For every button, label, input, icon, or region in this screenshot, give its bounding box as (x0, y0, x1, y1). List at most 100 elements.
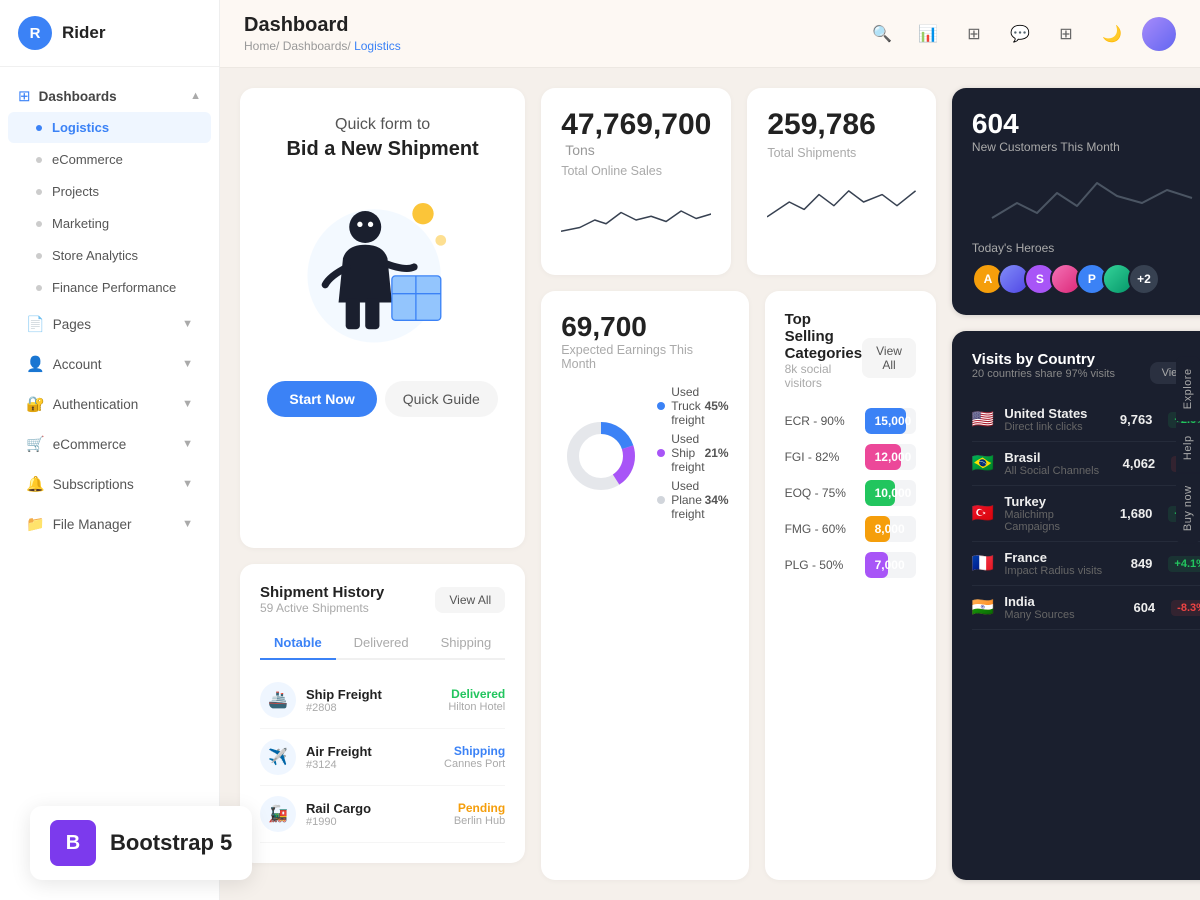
apps-icon[interactable]: ⊞ (1050, 18, 1082, 50)
dot-icon (36, 157, 42, 163)
header: Dashboard Home/ Dashboards/ Logistics 🔍 … (220, 0, 1200, 68)
explore-tab[interactable]: Explore (1176, 356, 1200, 421)
dashboards-icon: ⊞ (18, 87, 31, 105)
bar-value: 10,000 (875, 486, 912, 500)
heroes-title: Today's Heroes (972, 241, 1200, 255)
bar-value: 12,000 (875, 450, 912, 464)
sidebar: R Rider ⊞ Dashboards ▲ Logistics eCommer… (0, 0, 220, 900)
right-column: 604 New Customers This Month Today's Her… (952, 88, 1200, 880)
dashboards-section[interactable]: ⊞ Dashboards ▲ (0, 77, 219, 111)
earnings-card: 69,700 Expected Earnings This Month (541, 291, 748, 880)
main-content: Dashboard Home/ Dashboards/ Logistics 🔍 … (220, 0, 1200, 900)
shipment-info: Air Freight #3124 (306, 744, 434, 771)
status-badge: Delivered (448, 687, 505, 701)
shipment-history-header: Shipment History 59 Active Shipments Vie… (260, 584, 505, 615)
list-item: PLG - 50% 7,000 (785, 552, 916, 578)
bar-track: 12,000 (865, 444, 916, 470)
breadcrumb-home[interactable]: Home/ (244, 39, 279, 53)
sidebar-item-marketing[interactable]: Marketing (8, 208, 211, 239)
top-selling-header: Top Selling Categories 8k social visitor… (785, 311, 916, 404)
stat-number: 259,786 (767, 108, 916, 142)
customers-number: 604 (972, 108, 1200, 140)
start-now-button[interactable]: Start Now (267, 381, 376, 417)
bootstrap-label: Bootstrap 5 (110, 830, 232, 856)
subscriptions-icon: 🔔 (26, 475, 45, 493)
bar-value: 15,000 (875, 414, 912, 428)
dot-icon (36, 221, 42, 227)
shipment-name: Rail Cargo (306, 801, 444, 816)
country-flag: 🇮🇳 (972, 597, 994, 618)
breadcrumb-current: Logistics (354, 39, 401, 53)
country-name: Turkey (1004, 494, 1110, 509)
bar-fill: 8,000 (865, 516, 891, 542)
bid-actions: Start Now Quick Guide (267, 361, 497, 417)
country-info: France Impact Radius visits (1004, 550, 1120, 577)
countries-container: 🇺🇸 United States Direct link clicks 9,76… (972, 398, 1200, 630)
search-icon[interactable]: 🔍 (866, 18, 898, 50)
sidebar-item-projects[interactable]: Projects (8, 176, 211, 207)
bar-label: FMG - 60% (785, 522, 855, 536)
table-row: ✈️ Air Freight #3124 Shipping Cannes Por… (260, 729, 505, 786)
tab-delivered[interactable]: Delivered (340, 627, 423, 660)
sidebar-authentication[interactable]: 🔐 Authentication ▼ (8, 385, 211, 423)
dot-icon (36, 253, 42, 259)
list-item: FMG - 60% 8,000 (785, 516, 916, 542)
sidebar-item-label: Marketing (52, 216, 109, 231)
hero-avatar-more: +2 (1128, 263, 1160, 295)
sidebar-item-logistics[interactable]: Logistics (8, 112, 211, 143)
pages-label: Pages (53, 317, 91, 332)
shipment-history-title: Shipment History (260, 584, 384, 601)
bar-track: 15,000 (865, 408, 916, 434)
tab-shipping[interactable]: Shipping (427, 627, 506, 660)
dot-icon (36, 189, 42, 195)
country-info: United States Direct link clicks (1004, 406, 1110, 433)
country-name: France (1004, 550, 1120, 565)
buy-now-tab[interactable]: Buy now (1176, 474, 1200, 544)
avatar-image (1142, 17, 1176, 51)
sidebar-account[interactable]: 👤 Account ▼ (8, 345, 211, 383)
bid-subtitle: Bid a New Shipment (286, 138, 478, 161)
shipment-id: #1990 (306, 816, 444, 828)
stat-number: 47,769,700 Tons (561, 108, 711, 160)
breadcrumb-dashboards[interactable]: Dashboards/ (283, 39, 351, 53)
help-tab[interactable]: Help (1176, 423, 1200, 472)
sidebar-subscriptions[interactable]: 🔔 Subscriptions ▼ (8, 465, 211, 503)
theme-toggle[interactable]: 🌙 (1096, 18, 1128, 50)
tab-notable[interactable]: Notable (260, 627, 336, 660)
bar-label: ECR - 90% (785, 414, 855, 428)
shipment-place: Cannes Port (444, 758, 505, 770)
shipment-name: Air Freight (306, 744, 434, 759)
shipment-history-view-all[interactable]: View All (435, 587, 505, 613)
chevron-down-icon: ▼ (182, 518, 193, 530)
grid-icon[interactable]: ⊞ (958, 18, 990, 50)
earnings-label: Expected Earnings This Month (561, 343, 728, 371)
pages-icon: 📄 (26, 315, 45, 333)
sidebar-item-ecommerce[interactable]: eCommerce (8, 144, 211, 175)
bar-value: 7,000 (875, 558, 905, 572)
sidebar-item-finance[interactable]: Finance Performance (8, 272, 211, 303)
quick-guide-button[interactable]: Quick Guide (385, 381, 498, 417)
sidebar-ecommerce-top[interactable]: 🛒 eCommerce ▼ (8, 425, 211, 463)
sidebar-pages[interactable]: 📄 Pages ▼ (8, 305, 211, 343)
top-selling-view-all[interactable]: View All (862, 338, 916, 378)
sidebar-item-store-analytics[interactable]: Store Analytics (8, 240, 211, 271)
sidebar-file-manager[interactable]: 📁 File Manager ▼ (8, 505, 211, 543)
trend-badge: +4.1% (1168, 556, 1200, 572)
country-source: Mailchimp Campaigns (1004, 509, 1110, 533)
top-selling-title: Top Selling Categories (785, 311, 863, 362)
logo[interactable]: R Rider (0, 0, 219, 67)
user-avatar[interactable] (1142, 17, 1176, 51)
bootstrap-watermark: B Bootstrap 5 (30, 806, 252, 880)
bootstrap-logo: B (50, 820, 96, 866)
country-flag: 🇫🇷 (972, 553, 994, 574)
account-label: Account (53, 357, 102, 372)
analytics-icon[interactable]: 📊 (912, 18, 944, 50)
chat-icon[interactable]: 💬 (1004, 18, 1036, 50)
bar-track: 8,000 (865, 516, 916, 542)
chevron-down-icon: ▼ (182, 398, 193, 410)
header-actions: 🔍 📊 ⊞ 💬 ⊞ 🌙 (866, 17, 1176, 51)
country-visits: 849 (1131, 556, 1153, 571)
chevron-up-icon: ▲ (190, 90, 201, 102)
bar-value: 8,000 (875, 522, 905, 536)
page-title: Dashboard (244, 14, 401, 37)
